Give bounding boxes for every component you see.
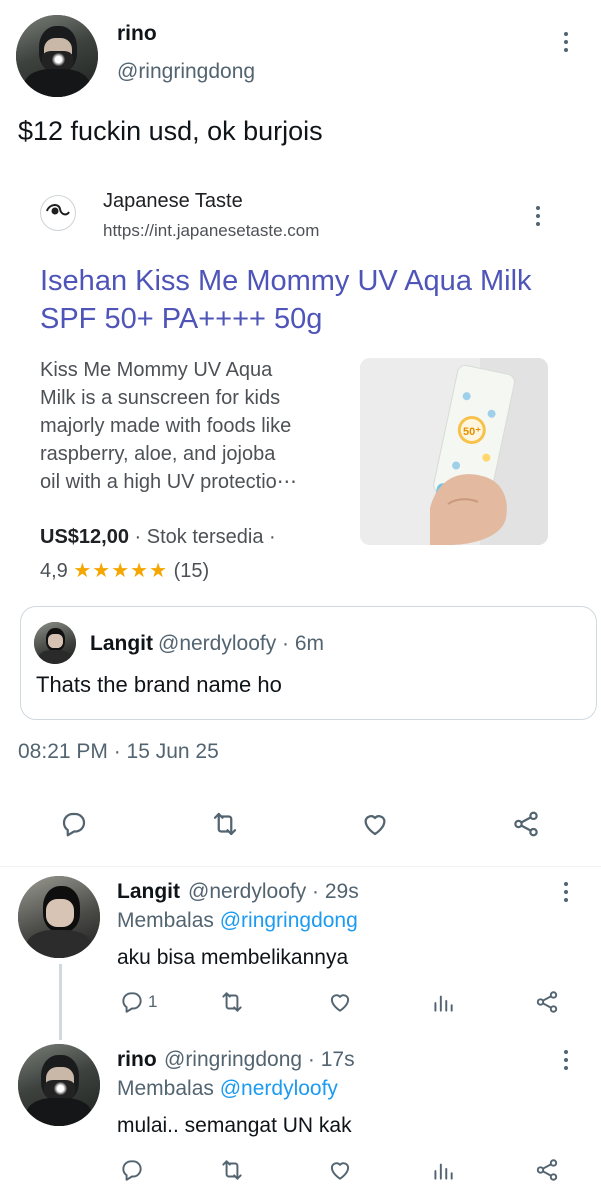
author-name[interactable]: rino [117,22,157,46]
reply-author-avatar[interactable] [18,1044,100,1126]
link-card-title[interactable]: Isehan Kiss Me Mommy UV Aqua Milk SPF 50… [40,262,550,338]
quoted-tweet[interactable] [20,606,597,720]
reply-icon[interactable] [114,1152,150,1188]
heart-icon[interactable] [357,806,393,842]
star-rating-icon: ★★★★★ [73,560,169,582]
reply-author-avatar[interactable] [18,876,100,958]
source-logo-icon [40,195,76,231]
reply-author-name[interactable]: rino [117,1048,157,1072]
replying-to: Membalas @ringringdong [117,909,358,933]
tube-spf-label: 50⁺ [463,426,481,438]
replying-to-label: Membalas [117,1077,214,1100]
reply-author-handle[interactable]: @ringringdong · 17s [164,1048,355,1072]
tweet-text: $12 fuckin usd, ok burjois [18,116,323,146]
mention-link[interactable]: @nerdyloofy [220,1077,338,1100]
reply-count: 1 [148,992,158,1011]
share-icon[interactable] [529,984,565,1020]
card-more-vertical-icon[interactable] [532,206,544,226]
replying-to: Membalas @nerdyloofy [117,1077,338,1101]
source-url[interactable]: https://int.japanesetaste.com [103,221,319,241]
price-line: US$12,00 · Stok tersedia · [40,526,276,549]
stock-status: · Stok tersedia · [134,526,276,548]
description-line: oil with a high UV protectio⋯ [40,471,297,493]
share-icon[interactable] [508,806,544,842]
retweet-icon[interactable] [214,1152,250,1188]
description-line: Milk is a sunscreen for kids [40,387,281,409]
source-name[interactable]: Japanese Taste [103,190,243,213]
more-vertical-icon[interactable] [560,882,572,902]
product-image[interactable]: 50⁺ [360,358,548,545]
mention-link[interactable]: @ringringdong [220,909,358,932]
rating-value: 4,9 [40,560,68,582]
reply-text: mulai.. semangat UN kak [117,1114,352,1137]
retweet-icon[interactable] [207,806,243,842]
quote-author-name: Langit [90,632,153,655]
reply-icon[interactable] [56,806,92,842]
heart-icon[interactable] [322,984,358,1020]
more-vertical-icon[interactable] [560,1050,572,1070]
quote-author-handle: @nerdyloofy · 6m [158,632,325,655]
share-icon[interactable] [529,1152,565,1188]
price: US$12,00 [40,526,129,548]
description-line: majorly made with foods like [40,415,292,437]
quote-author-avatar [34,622,76,664]
divider [0,866,601,867]
rating-line: 4,9 ★★★★★ (15) [40,558,209,583]
more-vertical-icon[interactable] [560,32,572,52]
reply-text: aku bisa membelikannya [117,946,349,969]
description-line: Kiss Me Mommy UV Aqua [40,359,273,381]
thread-line [59,964,62,1040]
retweet-icon[interactable] [214,984,250,1020]
quote-text: Thats the brand name ho [36,672,282,697]
author-avatar[interactable] [16,15,98,97]
review-count: (15) [173,560,210,582]
replying-to-label: Membalas [117,909,214,932]
link-card-description: Kiss Me Mommy UV Aqua Milk is a sunscree… [40,356,350,496]
reply-author-name[interactable]: Langit [117,880,180,904]
tweet-timestamp[interactable]: 08:21 PM · 15 Jun 25 [18,740,219,764]
stats-icon[interactable] [425,1152,461,1188]
description-line: raspberry, aloe, and jojoba [40,443,276,465]
reply-icon[interactable] [114,984,150,1020]
stats-icon[interactable] [425,984,461,1020]
reply-author-handle[interactable]: @nerdyloofy · 29s [188,880,359,904]
author-handle[interactable]: @ringringdong [117,60,255,84]
heart-icon[interactable] [322,1152,358,1188]
